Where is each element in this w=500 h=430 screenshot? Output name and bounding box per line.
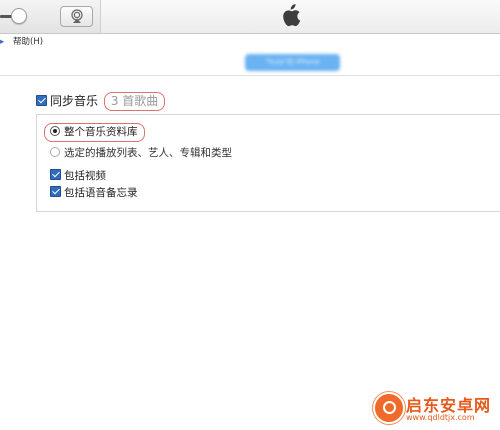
sync-options-panel: 整个音乐资料库 选定的播放列表、艺人、专辑和类型 包括视频 包括语音备忘录 bbox=[36, 114, 500, 212]
selected-items-radio[interactable] bbox=[50, 147, 60, 157]
include-voice-memos-checkbox[interactable] bbox=[50, 186, 61, 197]
sync-music-label: 同步音乐 bbox=[50, 94, 99, 108]
include-videos-checkbox[interactable] bbox=[50, 169, 61, 180]
menu-bar: ▸ 帮助(H) bbox=[0, 34, 500, 50]
status-display bbox=[100, 0, 500, 33]
entire-library-label: 整个音乐资料库 bbox=[64, 126, 138, 138]
menu-edge-marker: ▸ bbox=[0, 37, 5, 47]
airplay-icon bbox=[71, 9, 83, 23]
airplay-button[interactable] bbox=[60, 6, 93, 27]
watermark-url: www.qdldtjx.com bbox=[406, 413, 475, 422]
volume-slider-knob[interactable] bbox=[11, 8, 27, 24]
sync-music-checkbox[interactable] bbox=[36, 95, 47, 106]
include-voice-memos-option[interactable]: 包括语音备忘录 bbox=[50, 185, 138, 201]
selected-items-option[interactable]: 选定的播放列表、艺人、专辑和类型 bbox=[50, 145, 232, 161]
selected-items-label: 选定的播放列表、艺人、专辑和类型 bbox=[64, 147, 232, 159]
watermark-logo-icon bbox=[373, 392, 405, 424]
entire-library-option[interactable]: 整个音乐资料库 bbox=[44, 123, 145, 142]
device-name-pill[interactable]: "hula"的 iPhone bbox=[245, 54, 340, 71]
menu-item-help[interactable]: 帮助(H) bbox=[13, 34, 43, 50]
include-videos-label: 包括视频 bbox=[64, 170, 106, 182]
watermark: 启东安卓网 www.qdldtjx.com bbox=[373, 388, 500, 430]
device-bar: "hula"的 iPhone bbox=[0, 51, 500, 76]
song-count-badge: 3 首歌曲 bbox=[103, 92, 166, 111]
toolbar bbox=[0, 0, 500, 34]
sync-music-row: 同步音乐 3 首歌曲 bbox=[36, 92, 166, 111]
include-videos-option[interactable]: 包括视频 bbox=[50, 168, 106, 184]
include-voice-memos-label: 包括语音备忘录 bbox=[64, 187, 138, 199]
entire-library-radio[interactable] bbox=[50, 126, 60, 136]
apple-logo-icon bbox=[283, 4, 301, 27]
